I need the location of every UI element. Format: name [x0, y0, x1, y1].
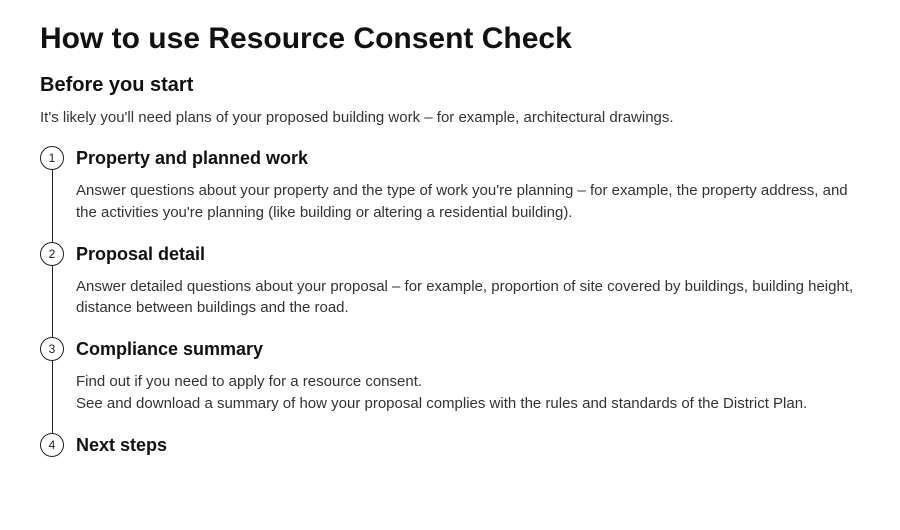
step-title: Proposal detail — [76, 242, 860, 266]
step-number-badge: 4 — [40, 433, 64, 457]
step-4: 4 Next steps — [76, 433, 860, 457]
step-1: 1 Property and planned work Answer quest… — [76, 146, 860, 224]
step-title: Next steps — [76, 433, 860, 457]
step-3: 3 Compliance summary Find out if you nee… — [76, 337, 860, 415]
before-you-start-heading: Before you start — [40, 74, 860, 97]
step-number-badge: 3 — [40, 337, 64, 361]
step-body: Answer questions about your property and… — [76, 180, 860, 224]
page-title: How to use Resource Consent Check — [40, 22, 860, 56]
before-you-start-body: It's likely you'll need plans of your pr… — [40, 107, 860, 128]
steps-list: 1 Property and planned work Answer quest… — [40, 146, 860, 457]
page: How to use Resource Consent Check Before… — [0, 0, 900, 530]
step-number-badge: 2 — [40, 242, 64, 266]
step-title: Compliance summary — [76, 337, 860, 361]
step-body: Find out if you need to apply for a reso… — [76, 371, 860, 415]
step-body: Answer detailed questions about your pro… — [76, 276, 860, 320]
step-number-badge: 1 — [40, 146, 64, 170]
step-title: Property and planned work — [76, 146, 860, 170]
step-2: 2 Proposal detail Answer detailed questi… — [76, 242, 860, 320]
